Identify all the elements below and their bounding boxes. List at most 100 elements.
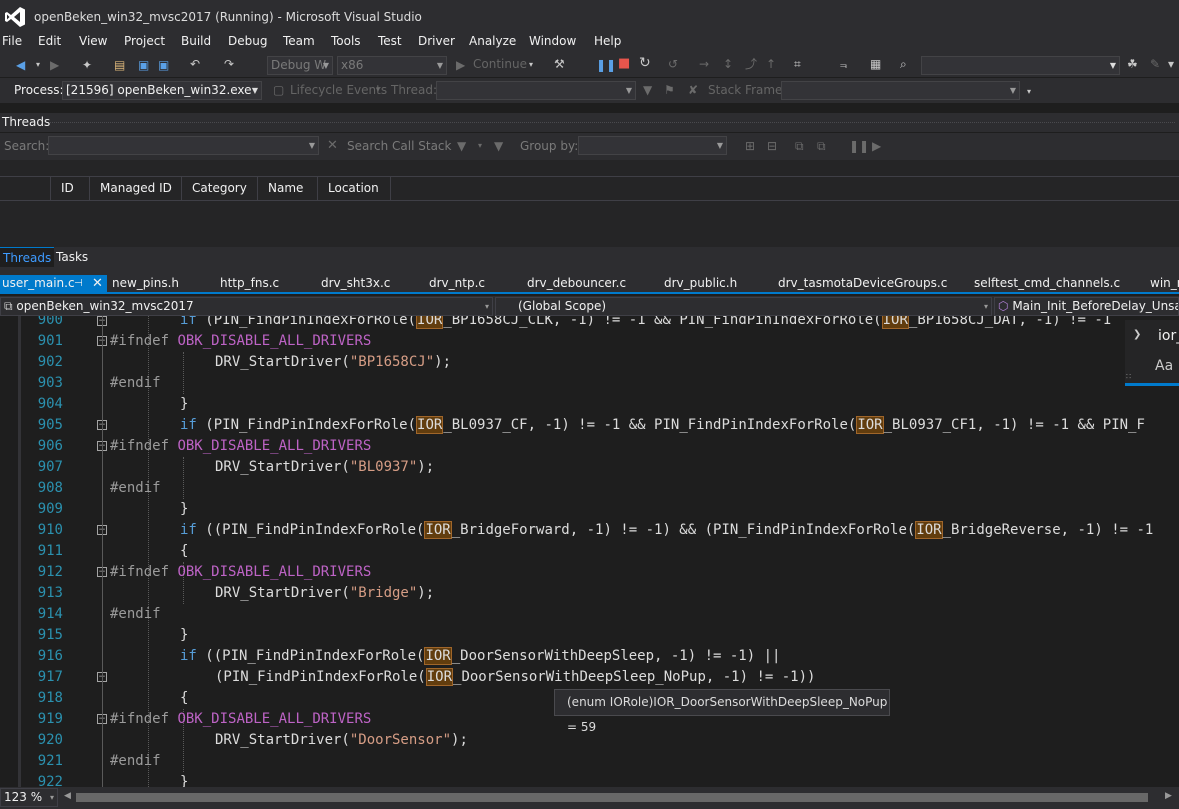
step-over-icon[interactable]: ↕	[723, 56, 733, 72]
edit-icon[interactable]: ✎	[1150, 56, 1160, 72]
overflow-icon[interactable]: ▾	[1027, 84, 1031, 100]
stop-debugging-icon[interactable]: ■	[618, 56, 630, 72]
filter-icon[interactable]: ▼	[457, 138, 466, 154]
flag-filter-icon[interactable]: ▼	[494, 138, 503, 154]
close-icon[interactable]: ✕	[92, 275, 103, 292]
splitter[interactable]	[0, 267, 1179, 275]
collapse-groups-icon[interactable]: ⊟	[767, 138, 777, 154]
find-input[interactable]: ior_	[1158, 328, 1179, 344]
lifecycle-events-button[interactable]: Lifecycle Events	[290, 83, 387, 97]
function-select[interactable]: ⬡ Main_Init_BeforeDelay_Unsafe(b	[994, 297, 1179, 316]
scroll-left-icon[interactable]: ◀	[64, 791, 71, 801]
tab-threads[interactable]: Threads	[0, 247, 55, 267]
save-all-icon[interactable]: ▣	[158, 57, 169, 73]
doc-tab-new-pins[interactable]: new_pins.h	[112, 275, 179, 292]
scope-select[interactable]: (Global Scope) ▾	[495, 297, 992, 316]
doc-tab-selftest-cmd-channels[interactable]: selftest_cmd_channels.c	[974, 275, 1120, 292]
menu-help[interactable]: Help	[594, 34, 621, 54]
thread-select[interactable]: ▼	[436, 81, 636, 100]
doc-tab-drv-debouncer[interactable]: drv_debouncer.c	[527, 275, 626, 292]
clear-search-icon[interactable]: ✕	[327, 138, 338, 154]
horizontal-scrollbar-thumb[interactable]	[76, 793, 1148, 802]
continue-button[interactable]: Continue	[473, 57, 527, 71]
menu-window[interactable]: Window	[529, 34, 576, 54]
diagnostic-tools-icon[interactable]: ⚒	[554, 56, 565, 72]
column-category[interactable]: Category	[182, 177, 258, 200]
chevron-down-icon[interactable]: ▾	[529, 57, 533, 73]
menu-build[interactable]: Build	[181, 34, 211, 54]
menu-team[interactable]: Team	[283, 34, 315, 54]
menu-test[interactable]: Test	[378, 34, 402, 54]
continue-icon[interactable]: ▶︎	[456, 57, 465, 73]
project-select[interactable]: ⧉ openBeken_win32_mvsc2017 ▾	[0, 297, 493, 316]
chevron-down-icon[interactable]: ❯	[1133, 329, 1141, 340]
doc-tab-user-main[interactable]: user_main.c ⊣ ✕	[0, 275, 107, 292]
process-select[interactable]: [21596] openBeken_win32.exe ▼	[62, 81, 262, 100]
stack-frame-select[interactable]: ▼	[781, 81, 1020, 100]
chevron-down-icon: ▾	[983, 302, 988, 311]
save-icon[interactable]: ▣	[138, 57, 149, 73]
step-out-icon[interactable]: ⤴	[745, 56, 757, 72]
column-location[interactable]: Location	[318, 177, 391, 200]
chevron-down-icon[interactable]: ▾	[478, 138, 482, 154]
filter-icon[interactable]: ▼	[643, 82, 652, 98]
hex-display-icon[interactable]: ⌗	[794, 56, 801, 72]
undo-icon[interactable]: ↶	[190, 56, 200, 72]
stack-frame-label: Stack Frame:	[708, 83, 787, 97]
group-by-select[interactable]: ▼	[578, 136, 727, 155]
pin-icon[interactable]: ⊣	[74, 275, 83, 292]
restart-icon[interactable]: ↻	[639, 55, 651, 71]
solution-explorer-icon[interactable]: ☘	[1127, 56, 1138, 72]
menu-driver[interactable]: Driver	[418, 34, 455, 54]
pause-thread-icon[interactable]: ❚❚	[849, 138, 869, 154]
column-managed-id[interactable]: Managed ID	[90, 177, 182, 200]
solution-configuration-select[interactable]: Debug W ▼	[267, 56, 333, 75]
doc-tab-drv-public[interactable]: drv_public.h	[664, 275, 737, 292]
doc-tab-drv-tasmota-device-groups[interactable]: drv_tasmotaDeviceGroups.c	[778, 275, 947, 292]
search-call-stack-button[interactable]: Search Call Stack	[347, 139, 451, 153]
expand-groups-icon[interactable]: ⊞	[745, 138, 755, 154]
resize-grip-icon[interactable]: ∷	[1126, 372, 1131, 381]
open-folder-icon[interactable]: ▤	[114, 57, 125, 73]
forward-icon[interactable]: ▶︎	[50, 57, 59, 73]
doc-tab-drv-sht3x[interactable]: drv_sht3x.c	[321, 275, 390, 292]
step-into-icon[interactable]: →	[699, 56, 709, 72]
resume-thread-icon[interactable]: ▶︎	[872, 138, 881, 154]
freeze-icon[interactable]: ⧉	[817, 138, 826, 154]
overflow-icon[interactable]: ▾	[1168, 56, 1174, 72]
back-icon[interactable]: ◀︎	[16, 57, 25, 73]
memory-icon[interactable]: ▦	[870, 56, 881, 72]
redo-icon[interactable]: ↷	[224, 56, 234, 72]
find-combo[interactable]: ▼	[921, 56, 1120, 75]
new-project-icon[interactable]: ✦	[82, 57, 92, 73]
search-input[interactable]: ▼	[48, 136, 319, 155]
match-case-toggle[interactable]: Aa	[1155, 358, 1173, 374]
step-up-icon[interactable]: ↑	[766, 56, 776, 72]
menu-project[interactable]: Project	[124, 34, 165, 54]
columns-icon[interactable]: ⧉	[795, 138, 804, 154]
unflag-icon[interactable]: ✘	[688, 82, 698, 98]
threads-icon[interactable]: ⫬	[840, 56, 847, 72]
menu-view[interactable]: View	[79, 34, 107, 54]
solution-platform-select[interactable]: x86 ▼	[337, 56, 447, 75]
flag-column[interactable]	[0, 177, 51, 200]
tab-tasks[interactable]: Tasks	[56, 250, 88, 264]
menu-tools[interactable]: Tools	[331, 34, 361, 54]
menu-analyze[interactable]: Analyze	[469, 34, 516, 54]
menu-file[interactable]: File	[2, 34, 22, 54]
find-in-files-icon[interactable]: ⌕	[900, 56, 907, 72]
column-name[interactable]: Name	[258, 177, 318, 200]
zoom-select[interactable]: 123 % ▾	[0, 788, 58, 807]
doc-tab-http-fns[interactable]: http_fns.c	[220, 275, 279, 292]
dropdown-icon[interactable]: ▾	[36, 57, 40, 73]
scroll-right-icon[interactable]: ▶	[1165, 791, 1172, 801]
menu-edit[interactable]: Edit	[38, 34, 61, 54]
column-id[interactable]: ID	[51, 177, 90, 200]
doc-tab-drv-ntp[interactable]: drv_ntp.c	[429, 275, 485, 292]
flag-icon[interactable]: ⚑	[664, 82, 675, 98]
show-next-statement-icon[interactable]: ↺	[668, 56, 678, 72]
chevron-down-icon[interactable]: ▾	[376, 82, 380, 98]
break-all-icon[interactable]: ❚❚	[596, 57, 616, 73]
menu-debug[interactable]: Debug	[228, 34, 267, 54]
doc-tab-win-main[interactable]: win_m	[1150, 275, 1179, 292]
